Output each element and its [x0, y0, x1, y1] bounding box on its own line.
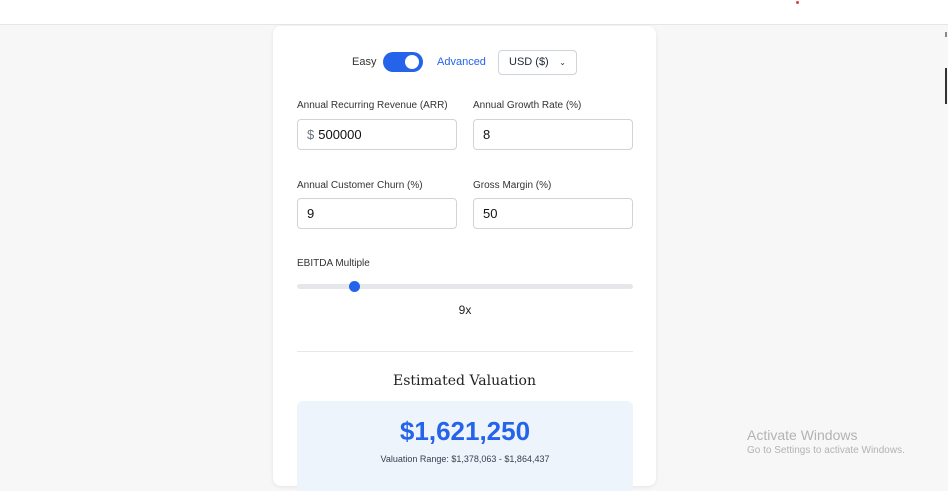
- currency-selected-value: USD ($): [509, 56, 549, 68]
- browser-top-bar: [0, 0, 948, 25]
- watermark-subtitle: Go to Settings to activate Windows.: [747, 445, 905, 456]
- gross-margin-value: 50: [483, 206, 498, 221]
- growth-rate-label: Annual Growth Rate (%): [473, 100, 582, 111]
- scrollbar-arrow[interactable]: [945, 32, 947, 37]
- valuation-range: Valuation Range: $1,378,063 - $1,864,437: [380, 454, 550, 464]
- arr-value: 500000: [318, 127, 362, 142]
- churn-label: Annual Customer Churn (%): [297, 180, 423, 191]
- growth-rate-value: 8: [483, 127, 491, 142]
- estimated-valuation-heading: Estimated Valuation: [392, 373, 536, 389]
- divider: [297, 351, 633, 352]
- ebitda-slider[interactable]: [297, 281, 633, 292]
- gross-margin-label: Gross Margin (%): [473, 180, 552, 191]
- valuation-amount: $1,621,250: [399, 416, 531, 446]
- churn-value: 9: [307, 206, 315, 221]
- toggle-knob: [405, 55, 419, 69]
- growth-rate-input[interactable]: 8: [473, 119, 633, 150]
- arr-label: Annual Recurring Revenue (ARR): [297, 100, 448, 111]
- watermark-title: Activate Windows: [747, 427, 858, 443]
- scrollbar-thumb[interactable]: [945, 68, 947, 104]
- valuation-result-box: $1,621,250 Valuation Range: $1,378,063 -…: [297, 401, 633, 491]
- notification-dot: [796, 1, 799, 4]
- gross-margin-input[interactable]: 50: [473, 198, 633, 229]
- windows-activation-watermark: Activate Windows Go to Settings to activ…: [747, 427, 905, 458]
- arr-input[interactable]: $500000: [297, 119, 457, 150]
- ebitda-value: 9x: [458, 303, 472, 317]
- mode-advanced-label[interactable]: Advanced: [437, 55, 486, 69]
- valuation-calculator-card: Easy Advanced USD ($) ⌄ Annual Recurring…: [273, 26, 656, 491]
- mode-easy-label[interactable]: Easy: [352, 55, 376, 69]
- chevron-down-icon: ⌄: [559, 58, 566, 67]
- churn-input[interactable]: 9: [297, 198, 457, 229]
- ebitda-slider-thumb[interactable]: [349, 281, 361, 292]
- ebitda-label: EBITDA Multiple: [297, 258, 370, 269]
- dollar-prefix: $: [307, 127, 315, 142]
- currency-select[interactable]: USD ($) ⌄: [498, 50, 577, 75]
- mode-toggle[interactable]: [383, 52, 423, 72]
